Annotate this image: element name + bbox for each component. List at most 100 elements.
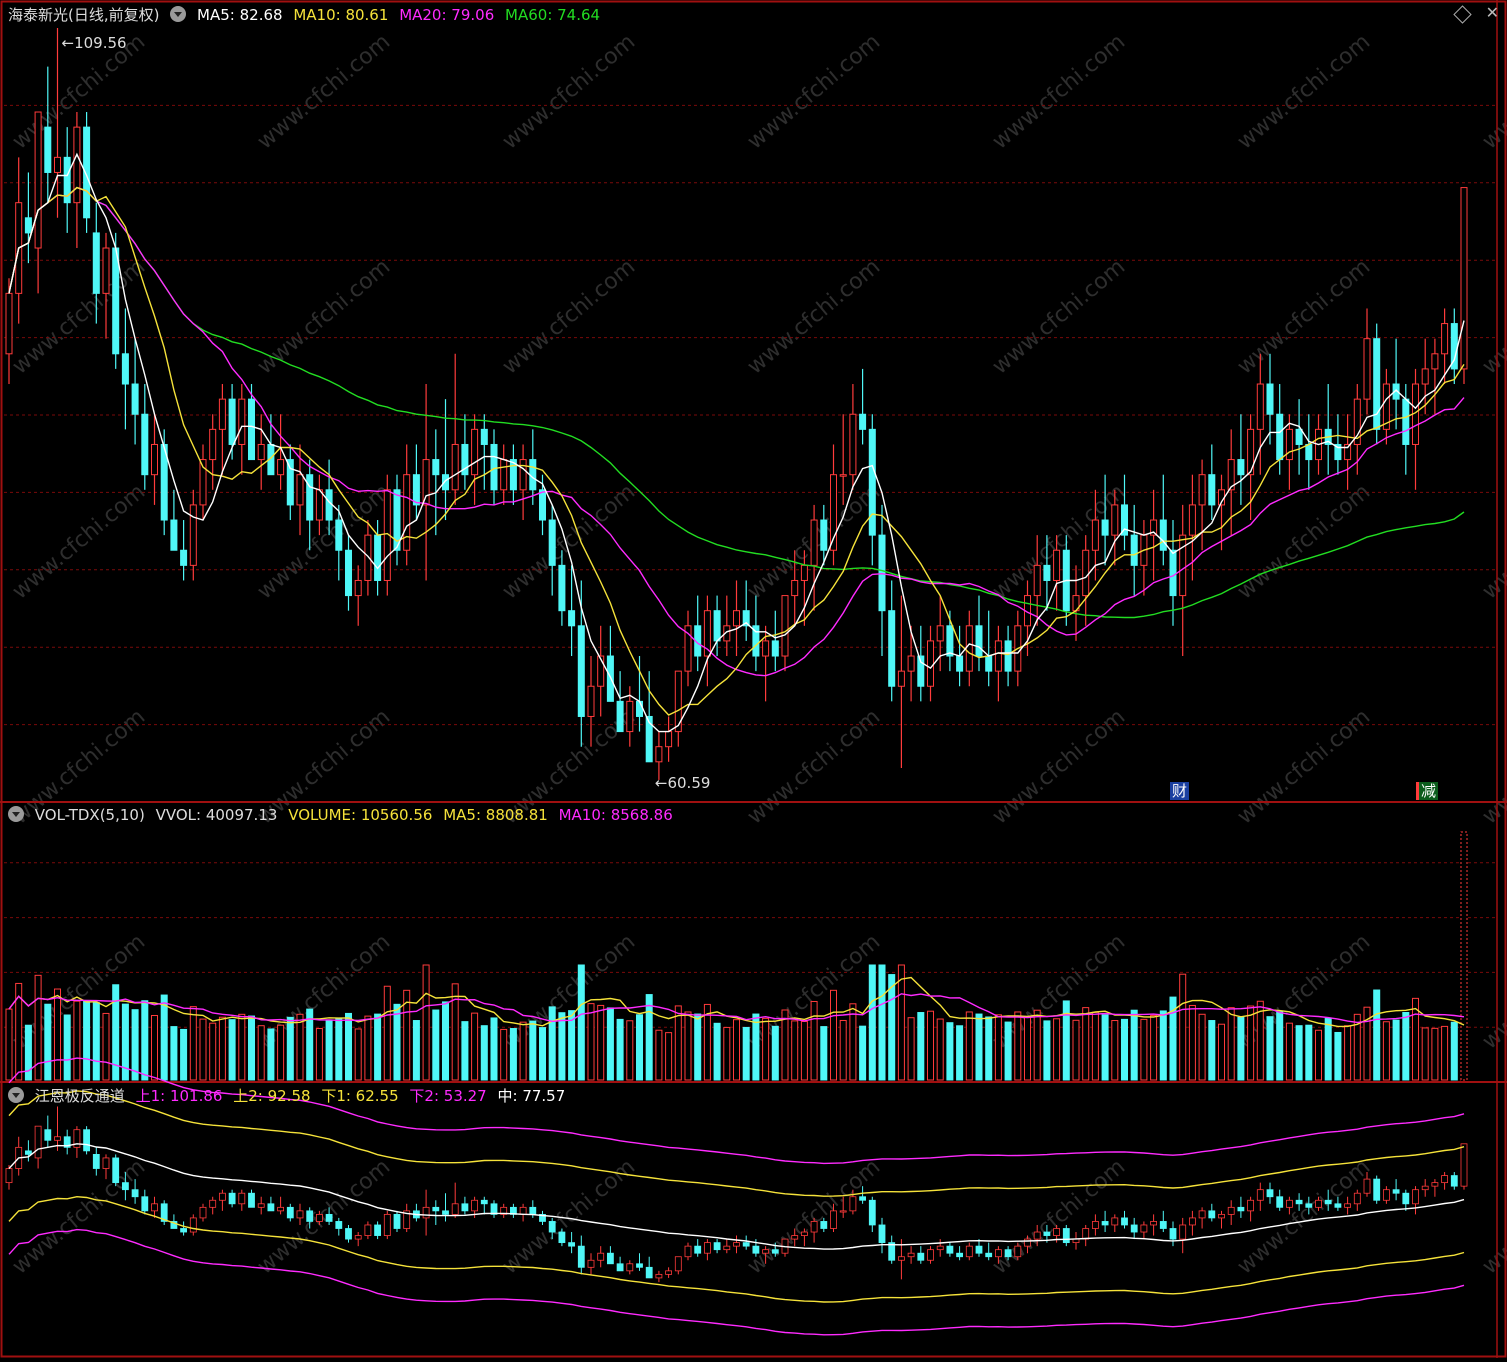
main-dropdown-icon[interactable] [170,6,187,22]
volume-bar [53,988,62,1081]
volume-bar [441,1001,450,1081]
channel-candle-body [965,1245,973,1258]
volume-bar [839,1019,847,1081]
candle-body [538,489,547,521]
watermark-text: www.cfchi.com [743,29,885,154]
channel-candle-body [92,1154,100,1169]
candle-body [1373,338,1381,430]
channel-dropdown-icon[interactable] [8,1087,24,1103]
candle-body [936,625,944,642]
volume-bar [1266,1016,1274,1081]
volume-bar [917,1012,925,1081]
channel-candle-body [1460,1143,1468,1187]
candle-body [1421,368,1429,385]
volume-bar [694,1013,702,1081]
channel-candle-body [1227,1206,1235,1215]
channel-candle-body [810,1221,818,1233]
low-price-label: ←60.59 [655,774,711,792]
volume-bar [626,1020,634,1081]
channel-candle-body [432,1206,440,1212]
channel-candle-body [1179,1224,1187,1240]
candle-body [432,459,440,476]
candle-body [189,504,197,566]
candle-body [500,459,508,491]
channel-candle-body [422,1206,430,1219]
volume-bar [1111,1020,1119,1081]
volume-legend: VOL-TDX(5,10) VVOL: 40097.13 VOLUME: 105… [8,804,679,826]
channel-candle-body [218,1192,226,1201]
channel-candle-body [248,1192,255,1208]
chart-canvas: www.cfchi.com www.cfchi.com www.cfchi.com w… [0,0,1507,1358]
stock-title: 海泰新光(日线,前复权) [8,6,160,24]
candle-body [325,489,333,521]
volume-bar [1053,1018,1061,1081]
up2-label: 上2: 92.58 [233,1087,311,1105]
channel-candle-body [1334,1203,1342,1208]
watermark-text: www.cfchi.com [743,704,885,829]
volume-bar [315,1028,323,1081]
volume-bar [296,1013,304,1081]
volume-bar [820,1026,828,1081]
channel-candle-body [461,1203,469,1212]
candle-body [1120,504,1129,536]
channel-candle-body [519,1206,527,1215]
candle-body [1053,549,1061,581]
volume-bar [1305,1024,1313,1081]
volume-bar [344,1012,353,1081]
volume-bar [1217,1023,1226,1081]
ma60-line [8,186,1465,619]
volume-bar [597,1004,605,1081]
volume-bar [209,1022,217,1081]
volume-bar [1276,1011,1284,1081]
channel-candle-body [636,1263,643,1268]
ma5-label: MA5: 82.68 [197,6,283,24]
candle-body [1101,519,1109,536]
down1-label: 下1: 62.55 [321,1087,399,1105]
volume-ma5-line [8,976,1465,1028]
volume-bar [587,1003,595,1081]
channel-candle-body [1159,1221,1167,1229]
channel-candle-body [878,1224,886,1244]
channel-candle-body [277,1206,285,1212]
volume-bar [965,1011,973,1081]
candle-body [53,156,62,173]
volume-bar [63,1014,71,1081]
finance-marker[interactable]: 财 [1170,782,1190,800]
channel-candle-body [1033,1231,1041,1240]
channel-candle-body [1412,1189,1419,1205]
channel-candle-body [1285,1199,1293,1208]
volume-bar [1441,1025,1449,1081]
channel-candle-body [180,1228,188,1233]
channel-candle-body [529,1206,537,1215]
candle-body [529,459,537,491]
channel-candle-body [626,1263,634,1272]
channel-candle-body [733,1242,740,1247]
channel-candle-body [1091,1221,1099,1229]
channel-candle-body [228,1192,236,1205]
volume-bar [1227,1007,1235,1081]
candle-body [868,428,876,536]
watermark-text: www.cfchi.com [1478,1154,1507,1279]
channel-candle-body [1014,1245,1022,1258]
volume-bar [160,994,168,1081]
volume-bar [83,1000,91,1081]
candle-body [946,625,954,657]
channel-candle-body [451,1203,459,1215]
candle-body [24,217,32,234]
channel-candle-body [480,1199,488,1205]
volume-bar [829,989,838,1081]
channel-candle-body [587,1259,595,1268]
volume-bar [878,964,886,1081]
candle-body [1188,504,1196,536]
volume-bar [577,964,585,1081]
channel-candle-body [897,1256,905,1261]
volume-bar [859,1025,867,1081]
close-icon[interactable]: ✕ [1486,3,1499,22]
volume-bar [1023,1016,1032,1081]
reduce-marker[interactable]: 减 [1416,782,1439,800]
candle-body [626,700,634,733]
channel-mid-line [8,1143,1465,1250]
channel-candle-body [606,1252,614,1265]
volume-bar [199,1018,207,1081]
volume-dropdown-icon[interactable] [8,806,24,822]
